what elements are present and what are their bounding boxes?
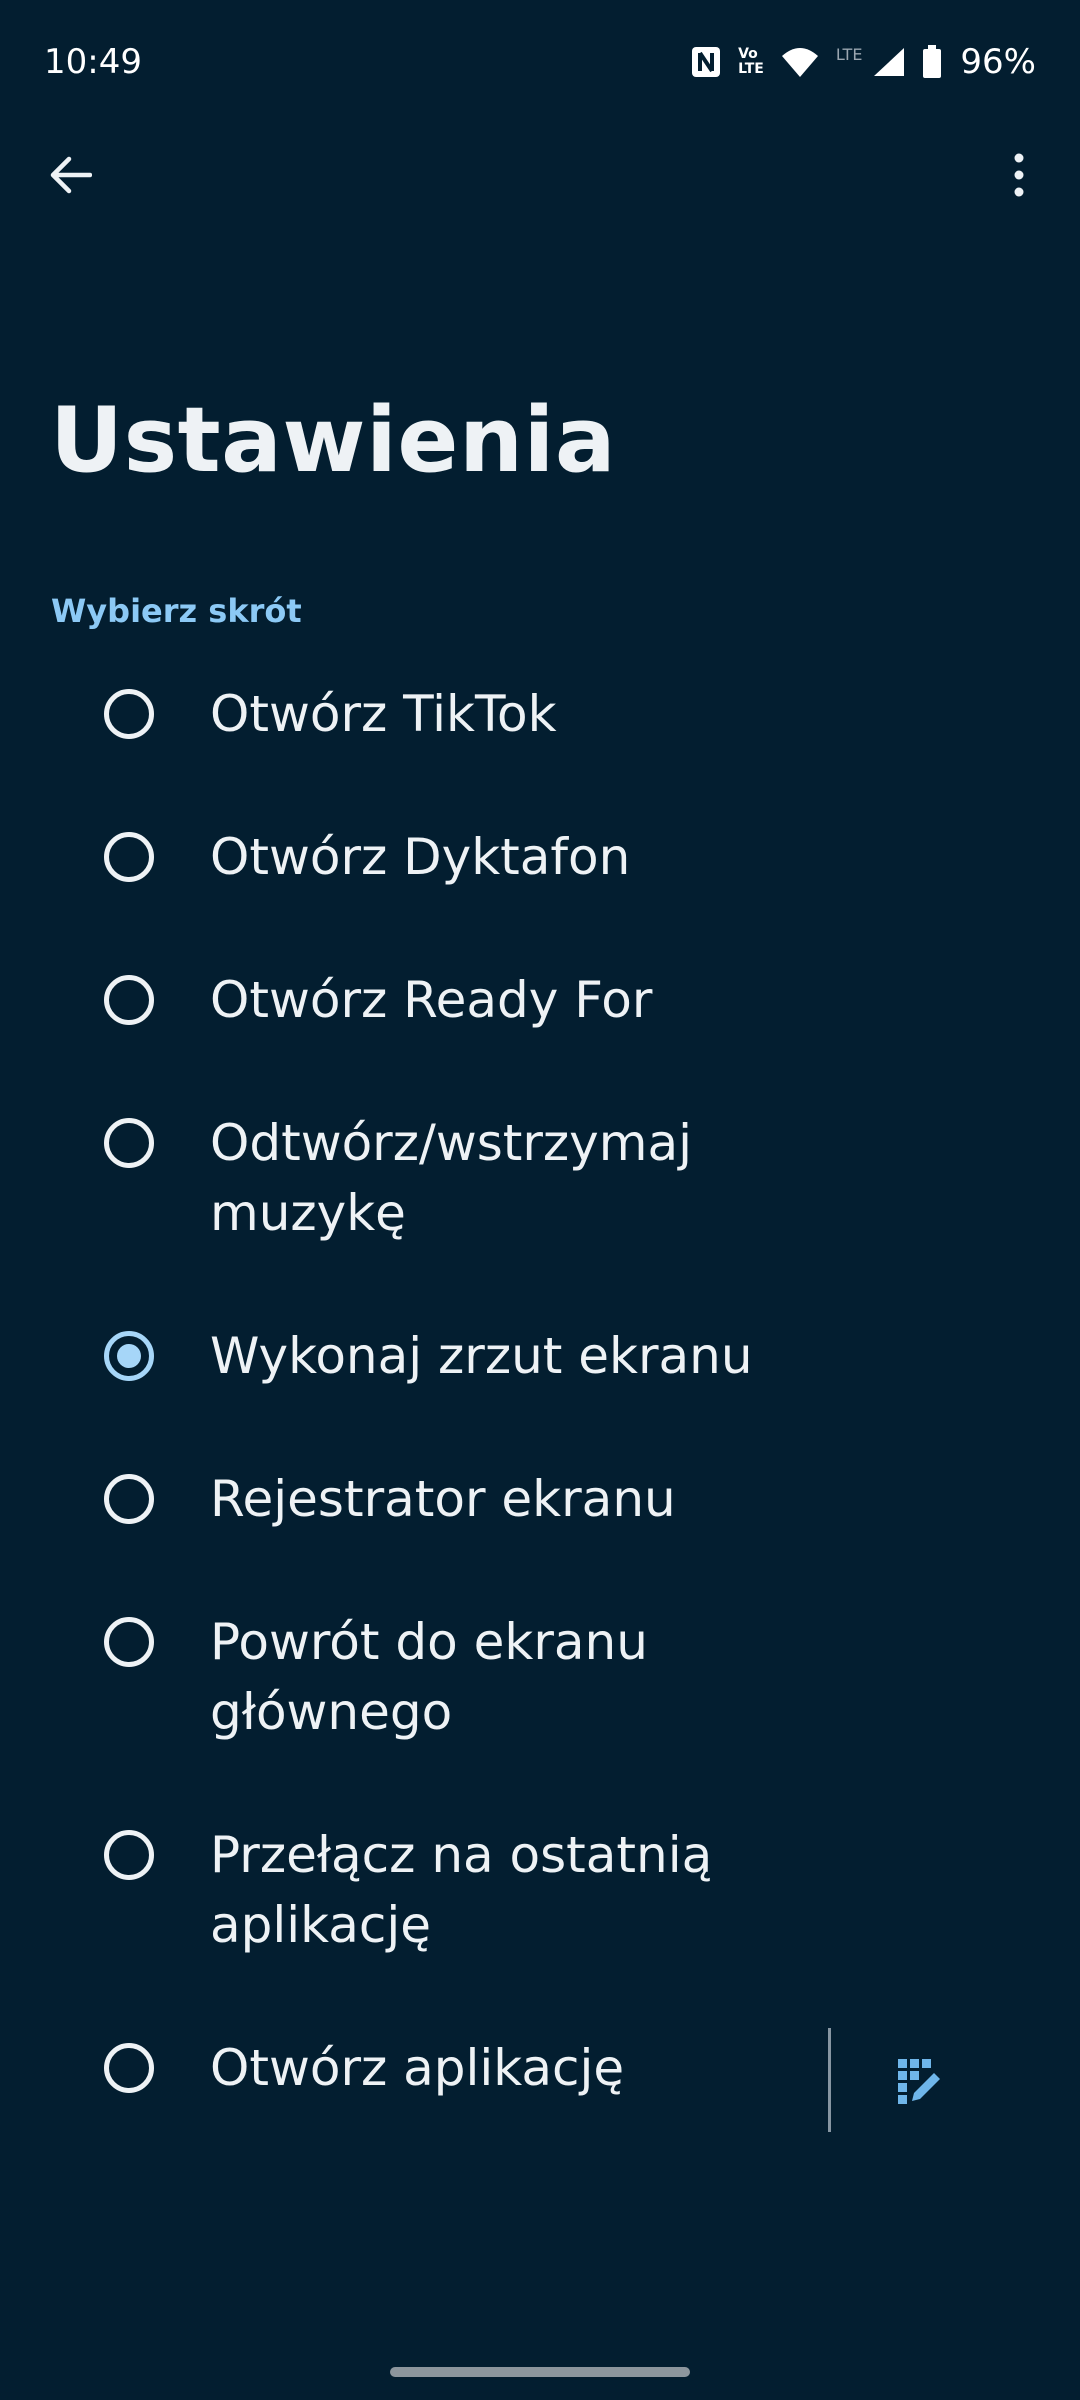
option-open-app[interactable]: Otwórz aplikację — [0, 2032, 800, 2104]
arrow-back-icon — [50, 156, 92, 194]
option-label: Wykonaj zrzut ekranu — [210, 1327, 753, 1385]
status-icons: Vo LTE LTE 96% — [690, 40, 1036, 84]
volte-bottom-label: LTE — [738, 61, 764, 77]
radio-button[interactable] — [104, 2043, 154, 2093]
status-time: 10:49 — [44, 42, 142, 82]
radio-button[interactable] — [104, 1830, 154, 1880]
option-switch-last-app[interactable]: Przełącz na ostatnią aplikację — [0, 1819, 1080, 1961]
battery-percent: 96% — [960, 42, 1036, 82]
radio-button-selected[interactable] — [104, 1331, 154, 1381]
option-screen-recorder[interactable]: Rejestrator ekranu — [0, 1463, 1080, 1535]
option-label: Powrót do ekranu głównego — [210, 1613, 648, 1741]
option-label: Otwórz Ready For — [210, 971, 653, 1029]
nfc-icon — [692, 47, 721, 77]
option-label: Przełącz na ostatnią aplikację — [210, 1826, 713, 1954]
option-open-tiktok[interactable]: Otwórz TikTok — [0, 678, 1080, 750]
status-bar: 10:49 Vo LTE LTE 96% — [0, 0, 1080, 126]
section-header: Wybierz skrót — [51, 592, 302, 630]
choose-app-button[interactable] — [880, 2046, 960, 2116]
volte-top-label: Vo — [738, 46, 758, 62]
back-button[interactable] — [40, 145, 100, 205]
volte-icon: Vo LTE — [738, 47, 764, 77]
radio-button[interactable] — [104, 1617, 154, 1667]
settings-screen: 10:49 Vo LTE LTE 96% Ustawienia Wybierz … — [0, 0, 1080, 2400]
radio-button[interactable] — [104, 975, 154, 1025]
radio-button[interactable] — [104, 832, 154, 882]
option-label: Otwórz Dyktafon — [210, 828, 631, 886]
page-title: Ustawienia — [50, 388, 617, 493]
lte-label: LTE — [835, 44, 863, 64]
wifi-icon — [781, 48, 818, 77]
option-label: Otwórz aplikację — [210, 2039, 625, 2097]
gesture-nav-handle[interactable] — [390, 2367, 690, 2377]
option-play-pause-music[interactable]: Odtwórz/wstrzymaj muzykę — [0, 1107, 1080, 1249]
vertical-divider — [828, 2028, 831, 2132]
battery-icon — [923, 45, 942, 78]
radio-button[interactable] — [104, 1118, 154, 1168]
option-open-dictaphone[interactable]: Otwórz Dyktafon — [0, 821, 1080, 893]
radio-button[interactable] — [104, 1474, 154, 1524]
radio-button[interactable] — [104, 689, 154, 739]
option-label: Odtwórz/wstrzymaj muzykę — [210, 1114, 693, 1242]
option-label: Rejestrator ekranu — [210, 1470, 676, 1528]
more-vert-icon — [1014, 153, 1024, 197]
option-open-ready-for[interactable]: Otwórz Ready For — [0, 964, 1080, 1036]
option-go-home[interactable]: Powrót do ekranu głównego — [0, 1606, 1080, 1748]
option-take-screenshot[interactable]: Wykonaj zrzut ekranu — [0, 1320, 1080, 1392]
option-label: Otwórz TikTok — [210, 685, 557, 743]
signal-icon — [874, 48, 905, 76]
more-options-button[interactable] — [994, 145, 1044, 205]
edit-grid-icon — [898, 2059, 940, 2104]
